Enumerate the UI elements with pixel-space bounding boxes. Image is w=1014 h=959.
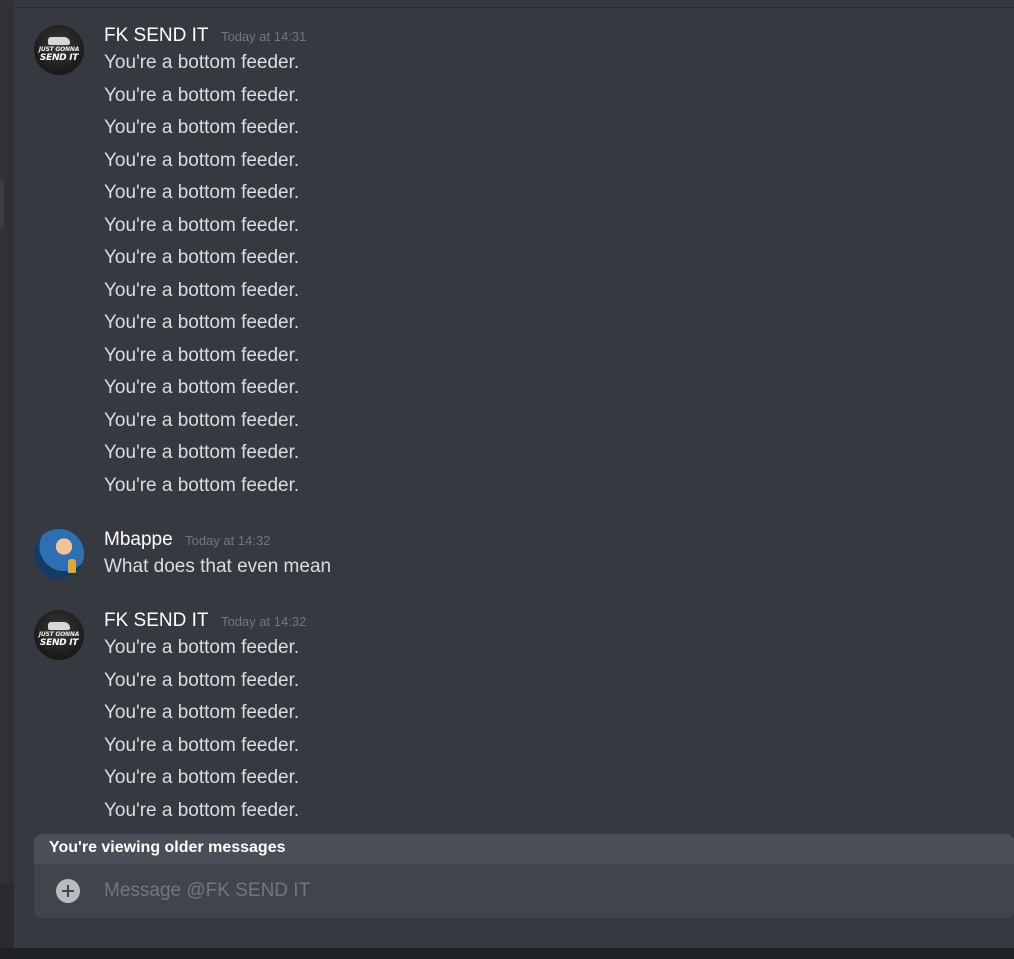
message-text: You're a bottom feeder.	[104, 214, 300, 236]
message-text: You're a bottom feeder.	[104, 377, 300, 398]
avatar-logo-text: SEND IT	[39, 53, 79, 63]
avatar[interactable]: JUST GONNA SEND IT	[34, 25, 84, 75]
message-header: FK SEND IT Today at 14:31	[104, 25, 306, 47]
message-text: You're a bottom feeder.	[104, 442, 300, 463]
channel-header-edge	[14, 0, 1014, 8]
message-text: You're a bottom feeder.	[104, 247, 300, 268]
message-list[interactable]: JUST GONNA SEND IT FK SEND IT Today at 1…	[14, 8, 1014, 838]
window-bottom-edge	[0, 948, 1014, 959]
message-lines: You're a bottom feeder. You're a bottom …	[104, 49, 1014, 504]
username[interactable]: FK SEND IT	[104, 25, 209, 46]
car-icon	[48, 622, 70, 630]
username[interactable]: Mbappe	[104, 529, 173, 550]
avatar[interactable]	[34, 529, 84, 579]
timestamp: Today at 14:32	[185, 533, 271, 548]
add-attachment-icon[interactable]	[56, 879, 80, 903]
message-header: Mbappe Today at 14:32	[104, 529, 270, 551]
message-text: You're a bottom feeder.	[104, 182, 300, 203]
message-text: What does that even mean	[104, 556, 332, 577]
message-text: You're a bottom feeder.	[104, 702, 300, 723]
older-messages-banner[interactable]: You're viewing older messages	[34, 834, 1014, 864]
message-text: You're a bottom feeder.	[104, 117, 300, 138]
message-input-box	[34, 864, 1014, 918]
message-text: You're a bottom feeder.	[104, 409, 300, 431]
older-messages-label: You're viewing older messages	[49, 839, 286, 856]
message-text: You're a bottom feeder.	[104, 734, 300, 756]
message-text: You're a bottom feeder.	[104, 474, 300, 496]
message-text: You're a bottom feeder.	[104, 149, 300, 171]
composer: You're viewing older messages	[34, 834, 1014, 918]
timestamp: Today at 14:32	[220, 614, 307, 629]
message-text: You're a bottom feeder.	[104, 279, 300, 301]
avatar[interactable]: JUST GONNA SEND IT	[34, 610, 84, 660]
message-text: You're a bottom feeder.	[104, 767, 300, 788]
car-icon	[48, 37, 70, 45]
message-lines: You're a bottom feeder. You're a bottom …	[104, 634, 1014, 838]
message-text: You're a bottom feeder.	[104, 312, 300, 333]
message-text: You're a bottom feeder.	[104, 799, 300, 821]
avatar-logo-text: SEND IT	[39, 638, 79, 648]
username[interactable]: FK SEND IT	[104, 610, 209, 631]
trophy-icon	[68, 559, 76, 573]
message-lines: What does that even mean	[104, 553, 1014, 586]
timestamp: Today at 14:31	[220, 29, 307, 44]
message-text: You're a bottom feeder.	[104, 669, 300, 691]
server-sidebar-edge	[0, 0, 14, 959]
sidebar-scroll-nub[interactable]	[0, 180, 4, 228]
message-text: You're a bottom feeder.	[104, 637, 300, 658]
message-text: You're a bottom feeder.	[104, 52, 300, 73]
message-input[interactable]	[104, 876, 964, 906]
message-text: You're a bottom feeder.	[104, 344, 300, 366]
message-text: You're a bottom feeder.	[104, 84, 300, 106]
message-header: FK SEND IT Today at 14:32	[104, 610, 306, 632]
